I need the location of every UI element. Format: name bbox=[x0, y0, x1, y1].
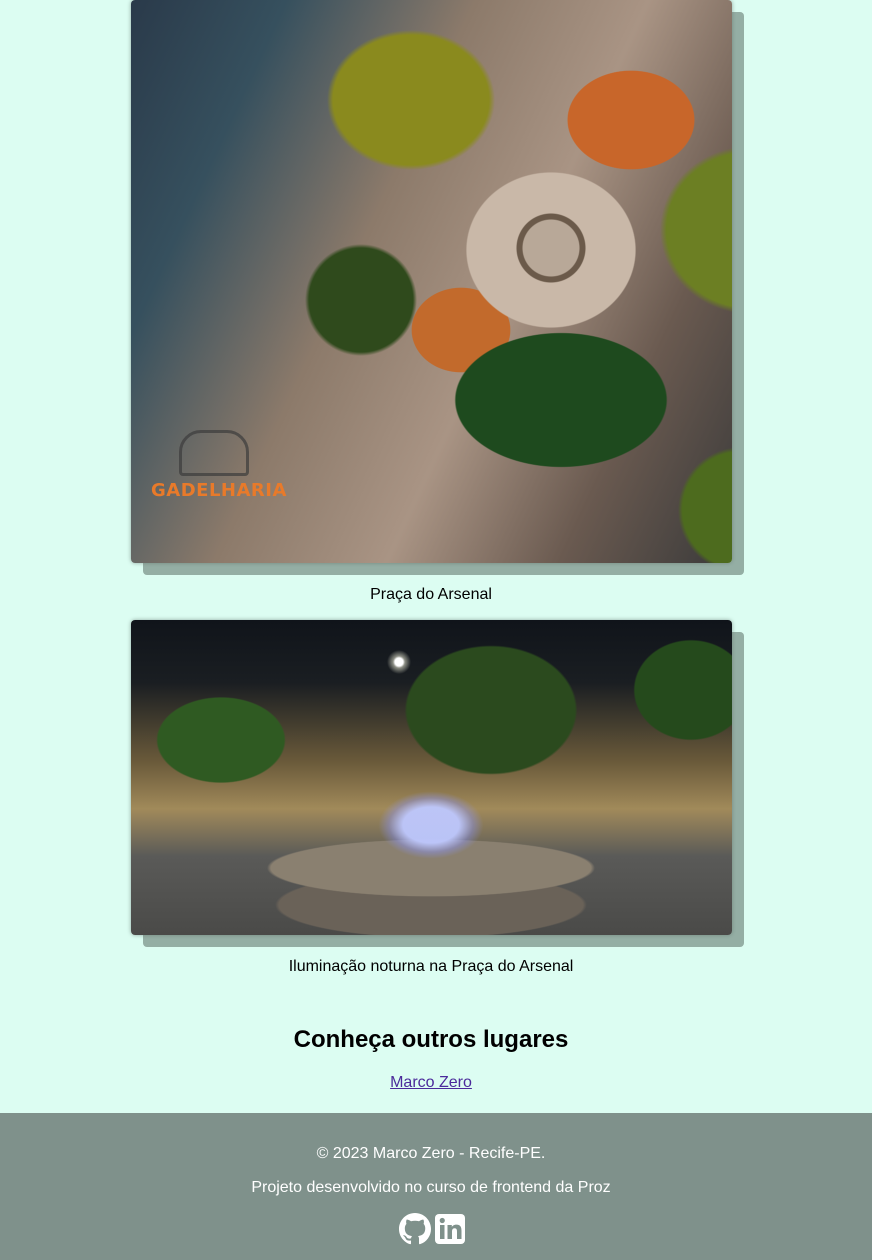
gadelharia-logo-mark bbox=[179, 430, 249, 476]
linkedin-icon bbox=[435, 1214, 465, 1244]
marco-zero-link[interactable]: Marco Zero bbox=[390, 1074, 472, 1091]
github-icon bbox=[399, 1213, 431, 1245]
page-footer: © 2023 Marco Zero - Recife-PE. Projeto d… bbox=[0, 1113, 872, 1260]
github-link[interactable] bbox=[399, 1213, 431, 1245]
social-links bbox=[399, 1213, 466, 1245]
linkedin-link[interactable] bbox=[434, 1213, 466, 1245]
footer-credit: Projeto desenvolvido no curso de fronten… bbox=[251, 1179, 611, 1196]
other-places-heading: Conheça outros lugares bbox=[293, 1026, 569, 1053]
photo-caption-night: Iluminação noturna na Praça do Arsenal bbox=[288, 958, 574, 975]
gadelharia-watermark: GADELHARIA bbox=[151, 480, 287, 501]
praca-do-arsenal-aerial-photo: GADELHARIA bbox=[131, 0, 732, 563]
other-places-list: Marco Zero bbox=[0, 1074, 862, 1092]
footer-copyright: © 2023 Marco Zero - Recife-PE. bbox=[316, 1145, 546, 1162]
photo-caption-arsenal: Praça do Arsenal bbox=[370, 586, 492, 603]
praca-do-arsenal-night-photo bbox=[131, 620, 732, 935]
